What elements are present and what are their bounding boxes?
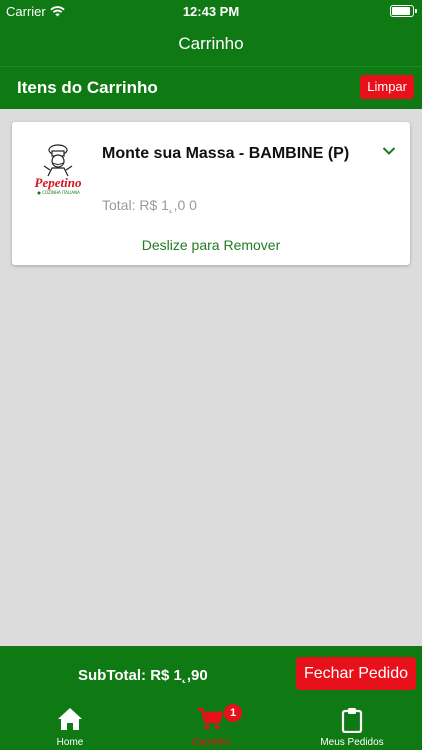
tab-home[interactable]: Home: [0, 701, 140, 750]
home-icon: [58, 708, 82, 730]
status-bar: Carrier 12:43 PM: [0, 0, 422, 22]
battery-icon: [390, 5, 417, 17]
cart-count-badge: 1: [224, 704, 242, 722]
section-title: Itens do Carrinho: [17, 78, 158, 97]
clear-cart-button[interactable]: Limpar: [360, 75, 414, 99]
tab-orders[interactable]: Meus Pedidos: [282, 701, 422, 750]
cart-section-header: Itens do Carrinho Limpar: [0, 66, 422, 109]
tab-label-orders: Meus Pedidos: [320, 737, 384, 748]
chevron-down-icon[interactable]: [382, 146, 396, 156]
checkout-bar: SubTotal: R$ 1˛,90 Fechar Pedido: [0, 646, 422, 701]
tab-cart[interactable]: 1 Carrinho: [141, 701, 281, 750]
tab-label-home: Home: [56, 737, 84, 748]
subtotal-label: SubTotal: R$ 1˛,90: [78, 667, 208, 684]
page-title: Carrinho: [178, 34, 244, 53]
cart-item-card[interactable]: Pepetino COZINHA ITALIANA Monte sua Mass…: [12, 122, 410, 265]
item-name: Monte sua Massa - BAMBINE (P): [102, 145, 350, 162]
tab-label-cart: Carrinho: [191, 737, 231, 748]
restaurant-logo: Pepetino COZINHA ITALIANA: [35, 144, 82, 195]
clock: 12:43 PM: [182, 4, 240, 19]
cart-icon: [198, 707, 224, 730]
clipboard-icon: [341, 708, 363, 733]
nav-bar: Carrinho: [0, 22, 422, 66]
svg-text:COZINHA ITALIANA: COZINHA ITALIANA: [42, 190, 80, 195]
svg-text:Pepetino: Pepetino: [35, 175, 82, 190]
checkout-button[interactable]: Fechar Pedido: [296, 657, 416, 690]
tab-bar: Home 1 Carrinho Meus Pedidos: [0, 701, 422, 750]
swipe-remove-hint: Deslize para Remover: [141, 237, 281, 253]
item-total: Total: R$ 1˛,0 0: [102, 197, 197, 213]
